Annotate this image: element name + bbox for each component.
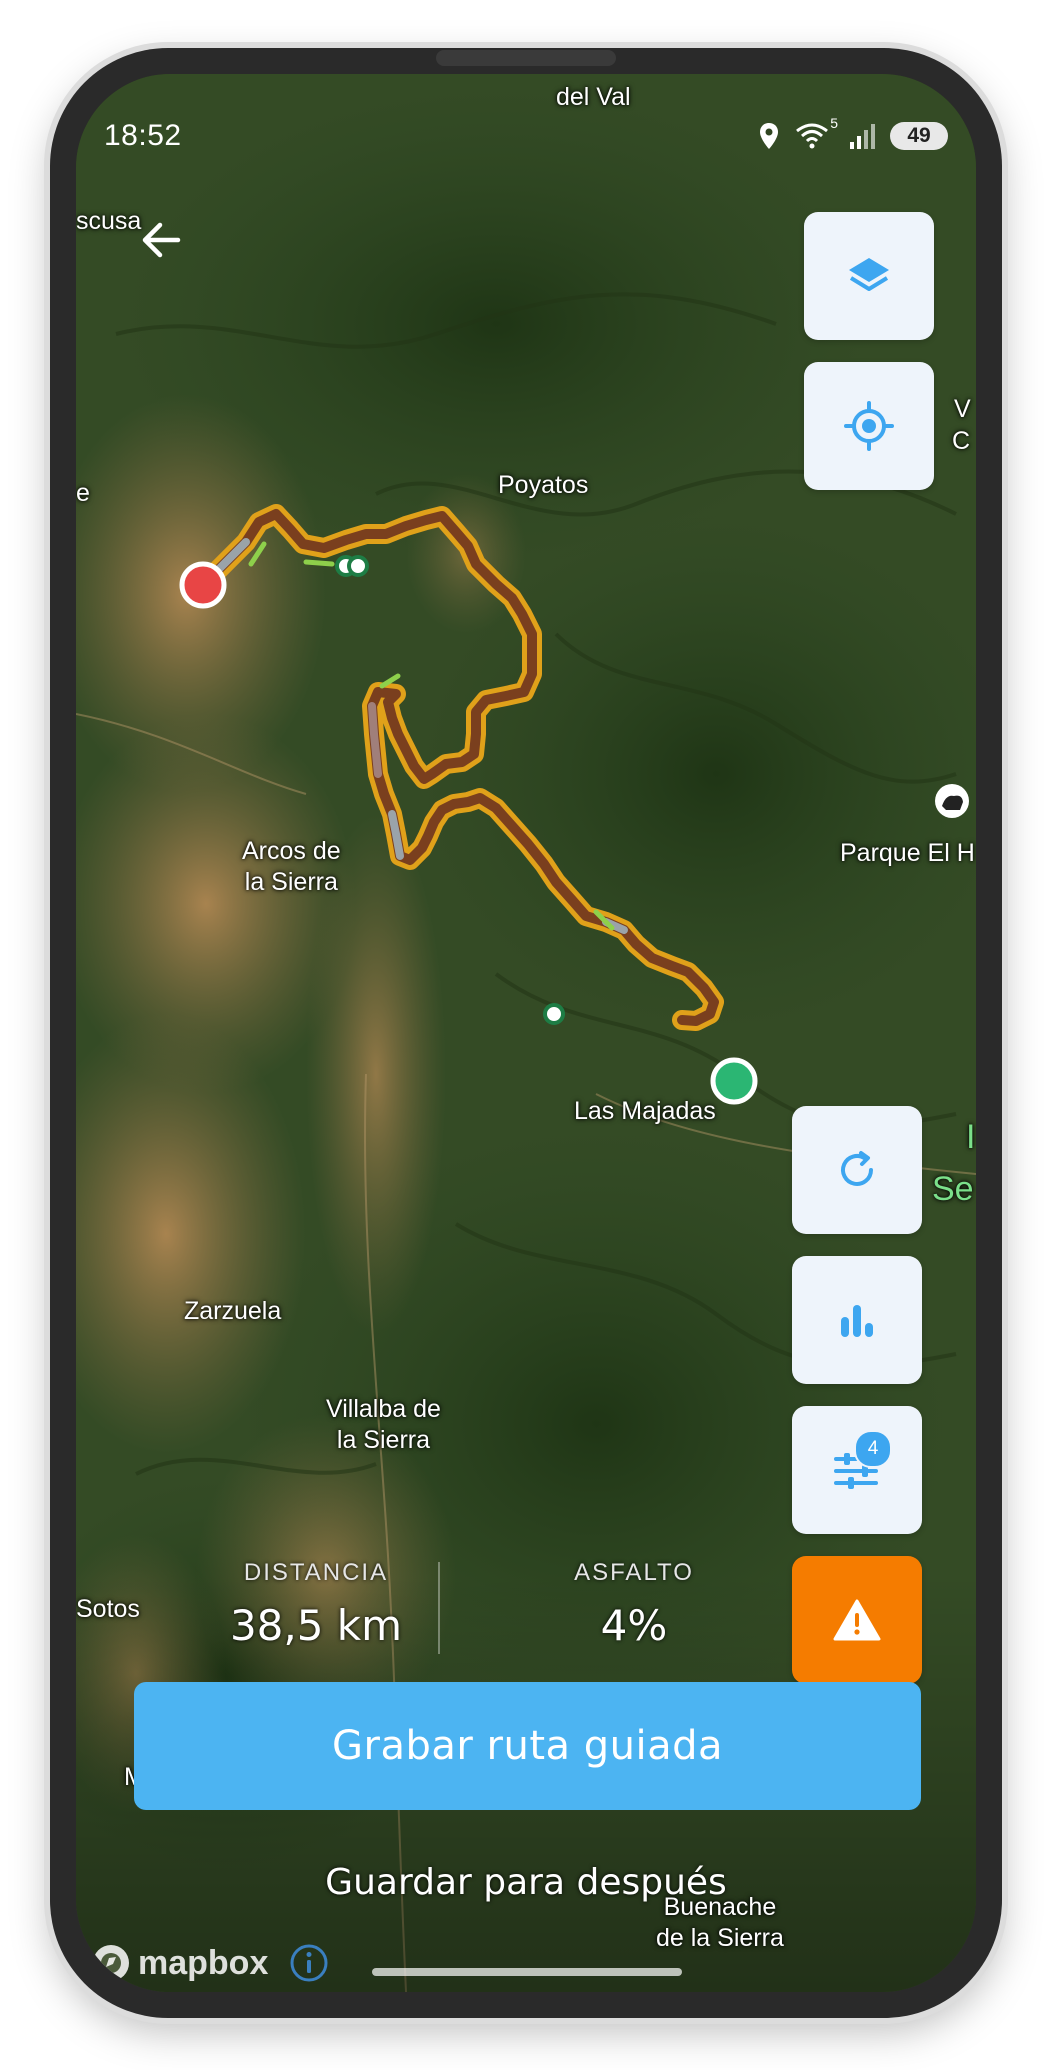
route-end-marker[interactable] — [179, 561, 227, 609]
bar-chart-icon — [841, 1305, 873, 1337]
locate-icon — [844, 401, 894, 451]
refresh-icon — [841, 1151, 873, 1186]
warning-icon — [833, 1599, 881, 1641]
route-stats: DISTANCIA 38,5 km ASFALTO 4% — [196, 1559, 716, 1669]
distance-label: DISTANCIA — [243, 1559, 389, 1586]
place-label: Poyatos — [498, 471, 589, 499]
route-trail-segment — [303, 559, 335, 567]
arrow-left-icon[interactable] — [134, 212, 190, 268]
stats-divider — [438, 1562, 440, 1654]
layers-icon — [849, 258, 889, 291]
wifi-indicator: 5 — [794, 115, 838, 151]
camera-sensor — [436, 50, 616, 66]
status-time: 18:52 — [104, 119, 182, 152]
filters-count-badge: 4 — [854, 1430, 892, 1468]
asphalt-label: ASFALTO — [574, 1559, 694, 1586]
place-label: Parque El H — [840, 839, 975, 867]
elevation-profile-button[interactable] — [792, 1256, 922, 1384]
place-label: Arcos de la Sierra — [242, 836, 341, 898]
warning-button[interactable] — [792, 1556, 922, 1684]
distance-value: 38,5 km — [229, 1601, 403, 1650]
waypoint-marker[interactable] — [347, 555, 369, 577]
place-label: Villalba de la Sierra — [326, 1394, 441, 1456]
status-bar: 18:52 5 49 — [104, 115, 948, 156]
save-for-later-link[interactable]: Guardar para después — [76, 1862, 976, 1903]
status-icons: 5 49 — [758, 115, 948, 151]
place-label: C — [952, 427, 971, 455]
place-label: Zarzuela — [184, 1297, 282, 1325]
distance-stat: DISTANCIA 38,5 km — [196, 1559, 436, 1650]
place-label-line: Arcos de — [242, 837, 341, 865]
wifi-badge: 5 — [830, 115, 838, 131]
place-label-line: Villalba de — [326, 1395, 441, 1423]
place-label: Las Majadas — [574, 1097, 716, 1125]
locate-me-button[interactable] — [804, 362, 934, 490]
place-label-line: de la Sierra — [656, 1924, 784, 1952]
place-label: e — [76, 479, 90, 507]
place-label-line: la Sierra — [336, 1426, 430, 1454]
signal-icon — [850, 124, 875, 149]
map-layers-button[interactable] — [804, 212, 934, 340]
place-label: scusa — [76, 207, 142, 235]
place-label: Se — [932, 1170, 974, 1208]
place-label-line: la Sierra — [244, 868, 338, 896]
wifi-icon — [796, 123, 828, 149]
route-start-marker[interactable] — [710, 1057, 758, 1105]
asphalt-stat: ASFALTO 4% — [514, 1559, 754, 1650]
place-label: I — [966, 1118, 976, 1156]
phone-frame: del Val scusa e Poyatos V C Arcos de la … — [50, 48, 1002, 2018]
route-filters-button[interactable]: 4 — [792, 1406, 922, 1534]
recalculate-route-button[interactable] — [792, 1106, 922, 1234]
mapbox-wordmark: mapbox — [138, 1943, 269, 1982]
waypoint-marker[interactable] — [543, 1003, 565, 1025]
mapbox-logo[interactable]: mapbox — [90, 1940, 268, 1986]
battery-indicator: 49 — [890, 122, 948, 150]
home-indicator[interactable] — [372, 1968, 682, 1976]
asphalt-value: 4% — [600, 1601, 668, 1650]
place-label: Sotos — [76, 1595, 140, 1623]
record-guided-route-button[interactable]: Grabar ruta guiada — [134, 1682, 921, 1810]
mapbox-mark-icon — [93, 1945, 129, 1981]
attribution-info-icon[interactable] — [288, 1942, 330, 1984]
app-screen: del Val scusa e Poyatos V C Arcos de la … — [76, 74, 976, 1992]
place-label: del Val — [556, 83, 631, 111]
location-pin-icon — [760, 123, 778, 149]
place-label: V — [954, 395, 971, 423]
